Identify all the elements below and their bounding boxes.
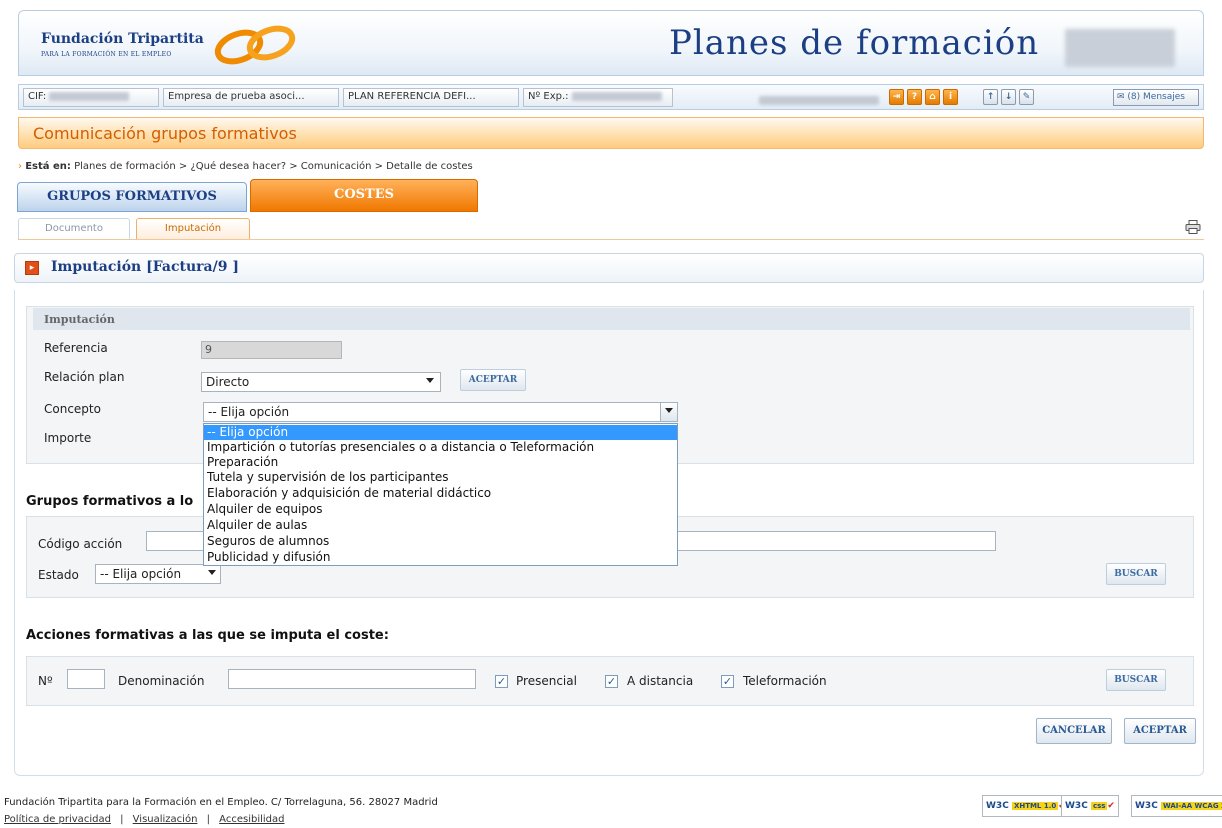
redacted-cif [49, 91, 130, 101]
cancelar-button[interactable]: CANCELAR [1036, 718, 1112, 744]
tab-grupos-formativos[interactable]: GRUPOS FORMATIVOS [17, 182, 247, 212]
referencia-label: Referencia [44, 341, 108, 355]
imputacion-header [33, 308, 1190, 330]
footer-links: Política de privacidad | Visualización |… [4, 814, 285, 825]
codigo-accion-label: Código acción [38, 537, 123, 551]
expediente-box: Nº Exp.: [523, 88, 673, 107]
denominacion-input[interactable] [228, 669, 476, 689]
privacy-link[interactable]: Política de privacidad [4, 814, 111, 825]
redacted-year [1065, 29, 1175, 67]
aceptar-button[interactable]: ACEPTAR [1124, 718, 1196, 744]
buscar-grupos-button[interactable]: BUSCAR [1106, 563, 1166, 585]
num-label: Nº [38, 674, 53, 688]
presencial-checkbox[interactable]: ✓ [495, 675, 508, 688]
collapse-icon[interactable]: ▸ [25, 261, 39, 275]
dropdown-option[interactable]: Alquiler de aulas [204, 518, 677, 533]
estado-label: Estado [38, 568, 79, 582]
relacion-label: Relación plan [44, 370, 125, 384]
denominacion-label: Denominación [118, 674, 205, 688]
aceptar-relacion-button[interactable]: ACEPTAR [460, 369, 526, 391]
messages-label: (8) Mensajes [1127, 92, 1185, 102]
panel-header: ▸ Imputación [Factura/9 ] [14, 253, 1204, 283]
imputacion-heading: Imputación [44, 313, 115, 326]
home-icon[interactable]: ⌂ [925, 89, 940, 105]
redacted-date [759, 93, 879, 107]
cif-box: CIF: [23, 88, 159, 107]
num-input[interactable] [67, 669, 105, 689]
breadcrumb-path[interactable]: Planes de formación > ¿Qué desea hacer? … [74, 161, 473, 172]
concepto-select[interactable]: -- Elija opción [203, 402, 678, 422]
expediente-label: Nº Exp.: [528, 91, 569, 102]
app-title: Planes de formación [669, 23, 1040, 63]
panel-title: Imputación [Factura/9 ] [51, 259, 239, 275]
teleformacion-checkbox[interactable]: ✓ [721, 675, 734, 688]
distancia-checkbox[interactable]: ✓ [605, 675, 618, 688]
chevron-down-icon [426, 378, 434, 383]
section-title: Comunicación grupos formativos [33, 124, 297, 143]
dropdown-option[interactable]: Tutela y supervisión de los participante… [204, 470, 677, 485]
relacion-select[interactable]: Directo [201, 372, 441, 392]
dropdown-option[interactable]: Impartición o tutorías presenciales o a … [204, 440, 677, 455]
help-icon[interactable]: ? [907, 89, 922, 105]
dropdown-option[interactable]: Publicidad y difusión [204, 550, 677, 565]
presencial-label: Presencial [516, 674, 577, 688]
subtab-imputacion[interactable]: Imputación [136, 218, 250, 240]
breadcrumb: › Está en: Planes de formación > ¿Qué de… [18, 161, 473, 172]
edit-icon[interactable]: ✎ [1019, 89, 1034, 105]
plan-box: PLAN REFERENCIA DEFI... [343, 88, 519, 107]
dropdown-option[interactable]: Alquiler de equipos [204, 502, 677, 517]
org-name: Fundación Tripartita [41, 31, 204, 47]
dropdown-option[interactable]: Preparación [204, 455, 677, 470]
logo-icon [214, 25, 296, 65]
estado-select[interactable]: -- Elija opción [95, 564, 221, 584]
buscar-acciones-button[interactable]: BUSCAR [1106, 669, 1166, 691]
footer-address: Fundación Tripartita para la Formación e… [4, 797, 438, 808]
grupos-heading: Grupos formativos a lo [26, 494, 194, 509]
print-icon[interactable] [1185, 220, 1201, 234]
distancia-label: A distancia [627, 674, 694, 688]
cif-label: CIF: [28, 91, 47, 102]
messages-button[interactable]: ✉ (8) Mensajes [1113, 89, 1199, 106]
section-bar: Comunicación grupos formativos [18, 117, 1204, 149]
dropdown-option[interactable]: Elaboración y adquisición de material di… [204, 486, 677, 501]
accesibilidad-link[interactable]: Accesibilidad [219, 814, 284, 825]
exit-icon[interactable]: ⇥ [889, 89, 904, 105]
org-tagline: PARA LA FORMACIÓN EN EL EMPLEO [41, 51, 172, 58]
concepto-dropdown-list[interactable]: -- Elija opción Impartición o tutorías p… [203, 423, 678, 566]
subtab-divider [18, 239, 1204, 240]
visualizacion-link[interactable]: Visualización [133, 814, 198, 825]
redacted-expediente [571, 91, 662, 101]
empresa-box: Empresa de prueba asoci... [163, 88, 339, 107]
dropdown-option[interactable]: -- Elija opción [204, 425, 677, 440]
acciones-heading: Acciones formativas a las que se imputa … [26, 628, 389, 643]
teleformacion-label: Teleformación [743, 674, 827, 688]
info-bar: CIF: Empresa de prueba asoci... PLAN REF… [18, 84, 1204, 110]
mail-icon: ✉ [1117, 92, 1125, 102]
app-header: Fundación Tripartita PARA LA FORMACIÓN E… [18, 10, 1204, 76]
relacion-value: Directo [206, 375, 250, 389]
css-badge[interactable]: W3C css ✔ [1061, 795, 1119, 817]
info-icon[interactable]: i [943, 89, 958, 105]
tab-costes[interactable]: COSTES [250, 179, 478, 212]
upload-icon[interactable]: ↑ [983, 89, 998, 105]
estado-value: -- Elija opción [100, 567, 182, 581]
concepto-value: -- Elija opción [208, 405, 290, 419]
dropdown-button[interactable] [660, 403, 677, 421]
xhtml-badge[interactable]: W3C XHTML 1.0✔ [982, 795, 1070, 817]
subtab-documento[interactable]: Documento [18, 218, 130, 240]
chevron-down-icon [665, 408, 673, 413]
dropdown-option[interactable]: Seguros de alumnos [204, 534, 677, 549]
importe-label: Importe [44, 431, 92, 445]
referencia-field: 9 [201, 341, 342, 359]
chevron-down-icon [208, 570, 216, 575]
wcag-badge[interactable]: W3C WAI-AA WCAG 2.0 [1131, 795, 1222, 817]
concepto-label: Concepto [44, 402, 101, 416]
download-icon[interactable]: ↓ [1001, 89, 1016, 105]
breadcrumb-prefix: Está en: [25, 161, 71, 172]
